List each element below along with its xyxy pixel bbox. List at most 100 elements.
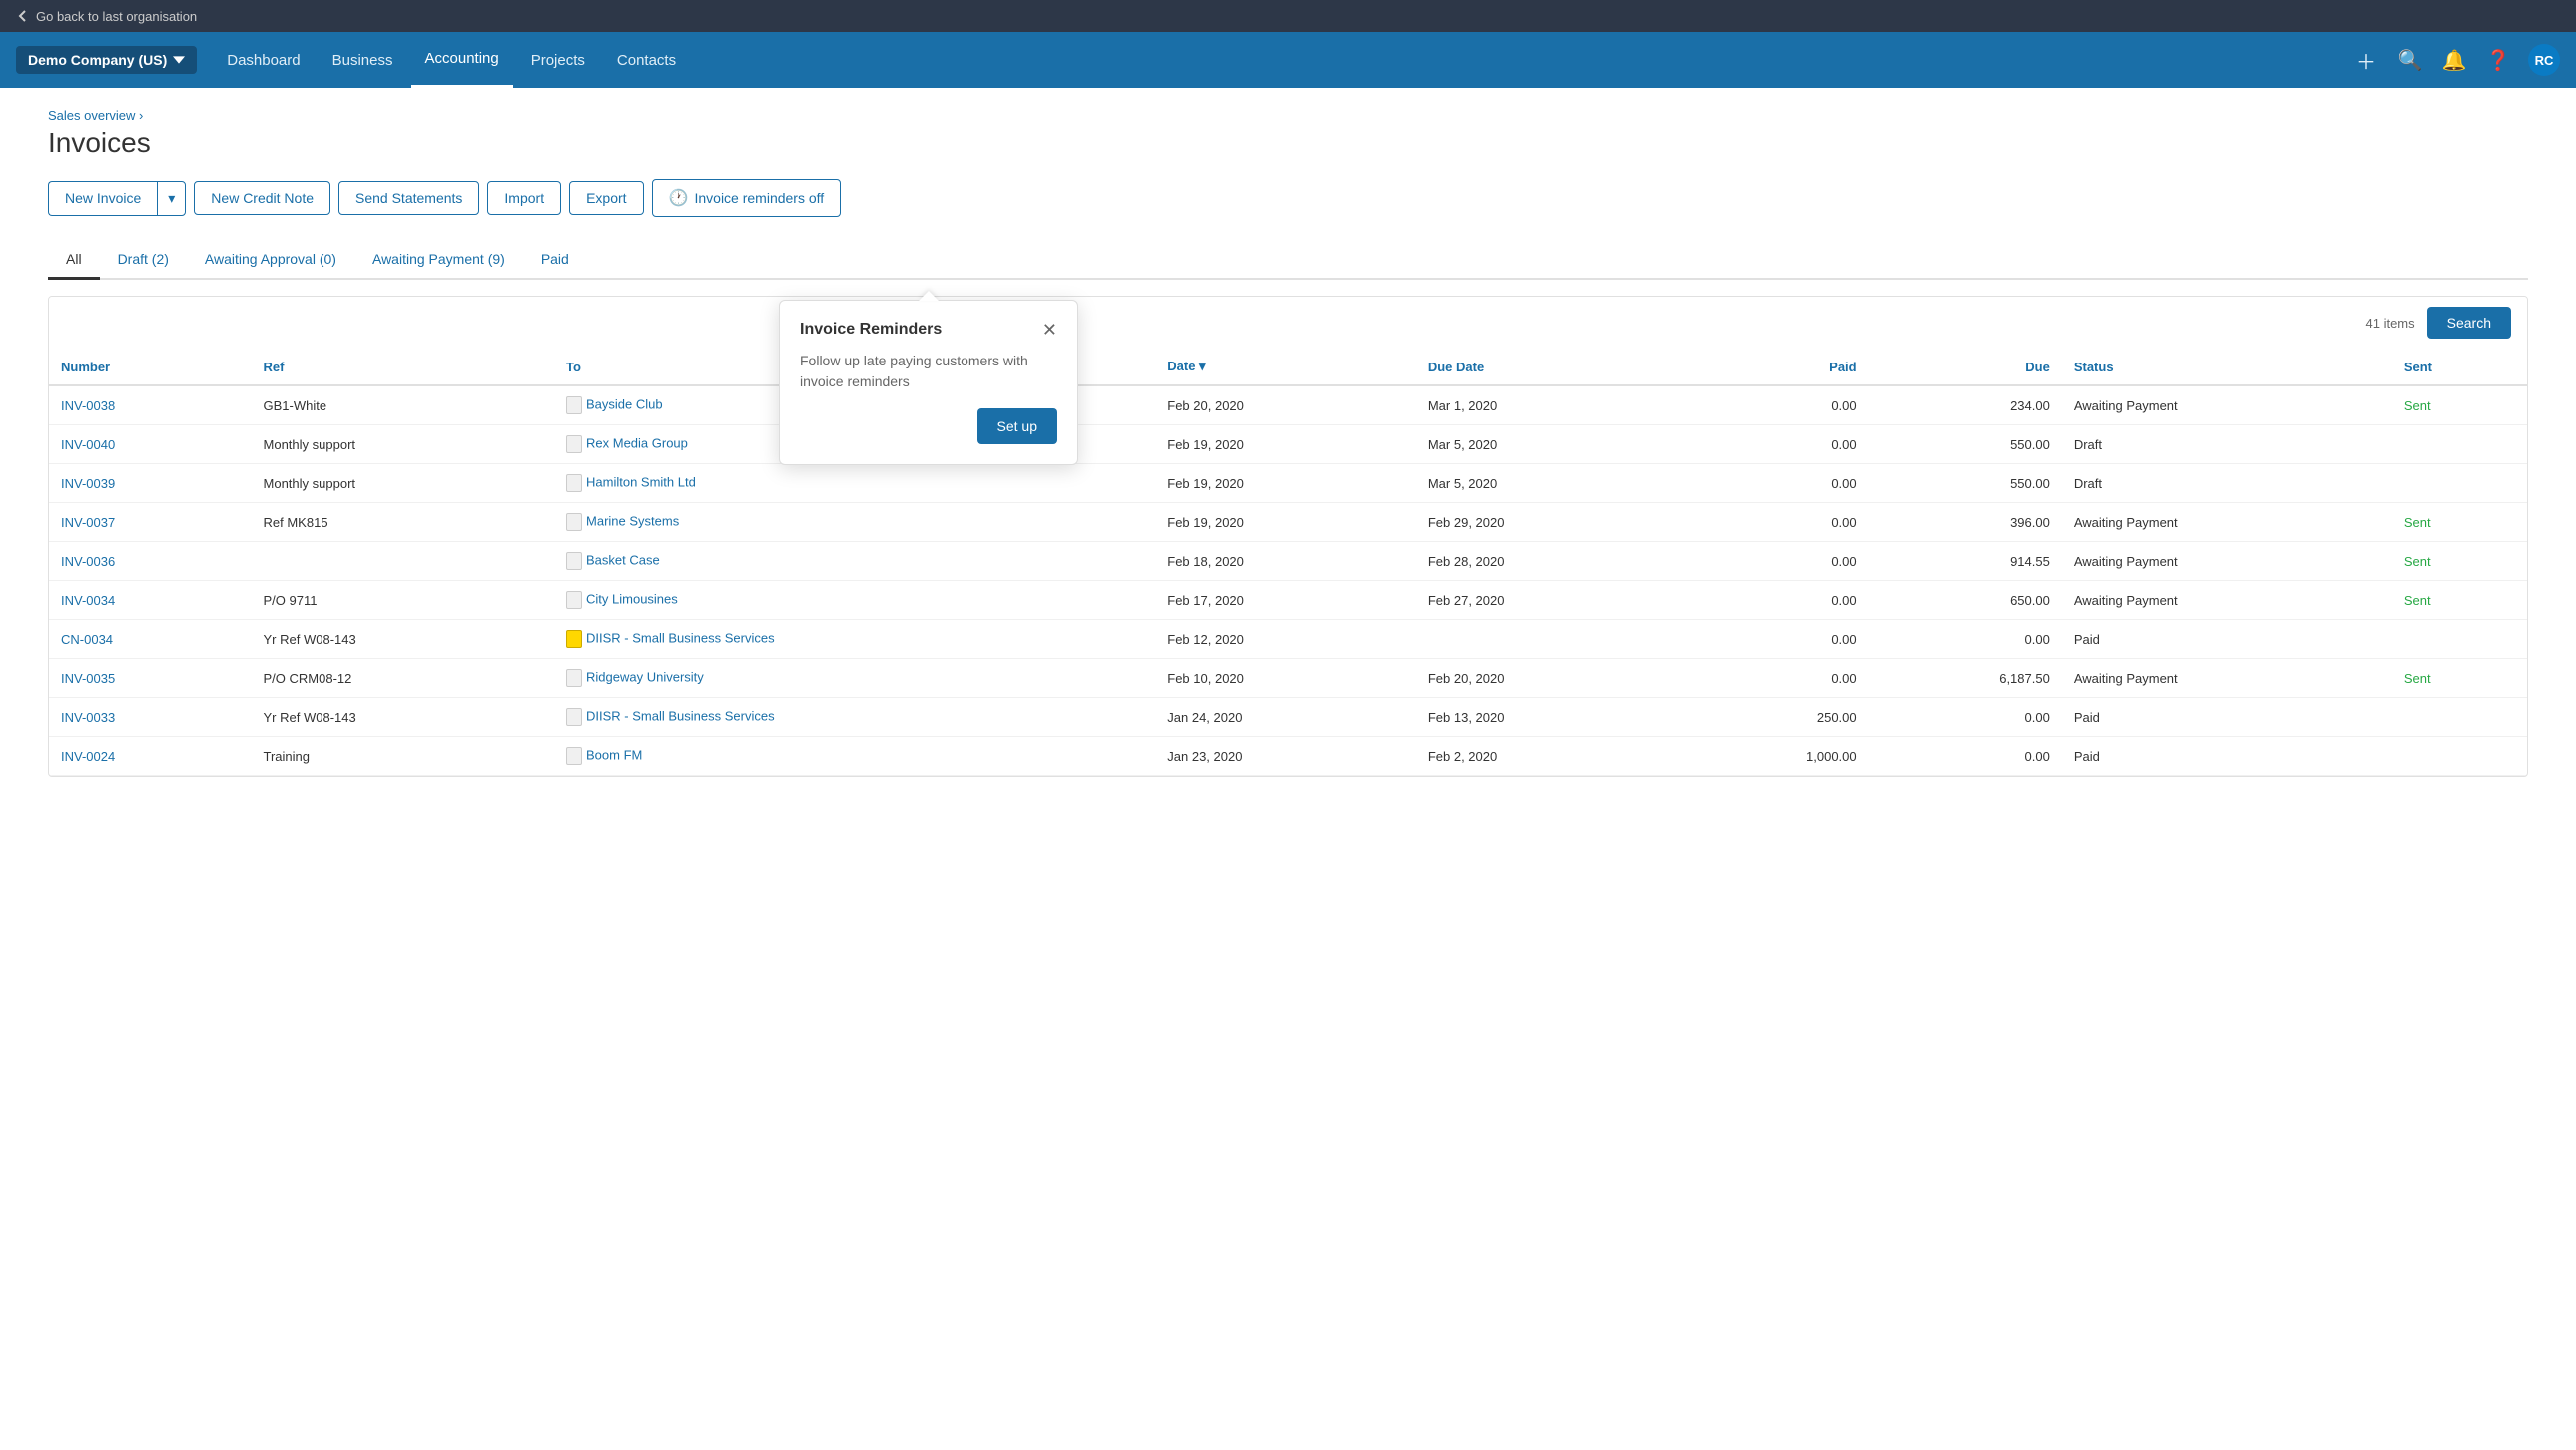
cell-date: Feb 19, 2020 <box>1155 464 1416 503</box>
cell-to[interactable]: Basket Case <box>554 542 1155 581</box>
cell-sent: Sent <box>2392 385 2527 425</box>
table-row[interactable]: INV-0037 Ref MK815 Marine Systems Feb 19… <box>49 503 2527 542</box>
sent-label: Sent <box>2404 515 2431 530</box>
nav-accounting[interactable]: Accounting <box>411 32 513 88</box>
cell-ref: GB1-White <box>252 385 555 425</box>
new-invoice-group: New Invoice ▾ <box>48 181 186 216</box>
cell-number[interactable]: INV-0040 <box>49 425 252 464</box>
cell-to[interactable]: Boom FM <box>554 737 1155 776</box>
send-statements-button[interactable]: Send Statements <box>338 181 479 215</box>
cell-paid: 0.00 <box>1675 385 1868 425</box>
table-row[interactable]: INV-0039 Monthly support Hamilton Smith … <box>49 464 2527 503</box>
avatar[interactable]: RC <box>2528 44 2560 76</box>
cell-status: Awaiting Payment <box>2062 542 2392 581</box>
doc-icon <box>566 669 582 687</box>
table-row[interactable]: CN-0034 Yr Ref W08-143 DIISR - Small Bus… <box>49 620 2527 659</box>
cell-due: 650.00 <box>1869 581 2062 620</box>
search-button[interactable]: Search <box>2427 307 2511 339</box>
cell-sent: Sent <box>2392 659 2527 698</box>
new-invoice-button[interactable]: New Invoice <box>48 181 157 216</box>
cell-number[interactable]: INV-0024 <box>49 737 252 776</box>
cell-to[interactable]: Hamilton Smith Ltd <box>554 464 1155 503</box>
popup-setup-button[interactable]: Set up <box>977 408 1057 444</box>
new-invoice-dropdown[interactable]: ▾ <box>157 181 186 216</box>
cell-due-date: Mar 5, 2020 <box>1416 425 1676 464</box>
import-button[interactable]: Import <box>487 181 561 215</box>
nav-business[interactable]: Business <box>319 32 407 88</box>
cell-number[interactable]: INV-0038 <box>49 385 252 425</box>
popup-close-button[interactable]: ✕ <box>1042 321 1057 339</box>
sent-label: Sent <box>2404 671 2431 686</box>
help-icon[interactable]: ❓ <box>2484 46 2512 74</box>
cell-ref <box>252 542 555 581</box>
breadcrumb[interactable]: Sales overview › <box>48 108 2528 123</box>
cell-due-date: Feb 2, 2020 <box>1416 737 1676 776</box>
bell-icon[interactable]: 🔔 <box>2440 46 2468 74</box>
items-count: 41 items <box>2366 316 2415 331</box>
cell-to[interactable]: City Limousines <box>554 581 1155 620</box>
tab-awaiting-payment[interactable]: Awaiting Payment (9) <box>354 241 523 280</box>
nav-links: Dashboard Business Accounting Projects C… <box>213 32 2352 88</box>
cell-to[interactable]: Marine Systems <box>554 503 1155 542</box>
cell-to[interactable]: DIISR - Small Business Services <box>554 698 1155 737</box>
cell-due: 0.00 <box>1869 620 2062 659</box>
export-button[interactable]: Export <box>569 181 643 215</box>
search-icon[interactable]: 🔍 <box>2396 46 2424 74</box>
cell-number[interactable]: INV-0036 <box>49 542 252 581</box>
popup-header: Invoice Reminders ✕ <box>800 321 1057 339</box>
sent-label: Sent <box>2404 554 2431 569</box>
cell-sent: Sent <box>2392 581 2527 620</box>
cell-paid: 0.00 <box>1675 464 1868 503</box>
table-row[interactable]: INV-0024 Training Boom FM Jan 23, 2020 F… <box>49 737 2527 776</box>
cell-due: 550.00 <box>1869 425 2062 464</box>
back-button[interactable]: Go back to last organisation <box>16 9 197 24</box>
table-row[interactable]: INV-0038 GB1-White Bayside Club Feb 20, … <box>49 385 2527 425</box>
cell-status: Paid <box>2062 620 2392 659</box>
table-row[interactable]: INV-0040 Monthly support Rex Media Group… <box>49 425 2527 464</box>
doc-icon <box>566 513 582 531</box>
cell-paid: 0.00 <box>1675 581 1868 620</box>
cell-due-date: Feb 27, 2020 <box>1416 581 1676 620</box>
cell-to[interactable]: DIISR - Small Business Services <box>554 620 1155 659</box>
sent-label: Sent <box>2404 398 2431 413</box>
nav-dashboard[interactable]: Dashboard <box>213 32 314 88</box>
col-date[interactable]: Date ▾ <box>1155 349 1416 385</box>
cell-ref: Ref MK815 <box>252 503 555 542</box>
table-row[interactable]: INV-0035 P/O CRM08-12 Ridgeway Universit… <box>49 659 2527 698</box>
table-row[interactable]: INV-0036 Basket Case Feb 18, 2020 Feb 28… <box>49 542 2527 581</box>
table-top: 41 items Search <box>49 297 2527 349</box>
add-icon[interactable]: ＋ <box>2352 46 2380 74</box>
cell-date: Feb 19, 2020 <box>1155 503 1416 542</box>
cell-ref: P/O 9711 <box>252 581 555 620</box>
new-credit-note-button[interactable]: New Credit Note <box>194 181 330 215</box>
cell-number[interactable]: INV-0037 <box>49 503 252 542</box>
tab-all[interactable]: All <box>48 241 100 280</box>
cell-number[interactable]: INV-0033 <box>49 698 252 737</box>
tab-awaiting-approval[interactable]: Awaiting Approval (0) <box>187 241 354 280</box>
table-row[interactable]: INV-0034 P/O 9711 City Limousines Feb 17… <box>49 581 2527 620</box>
invoice-reminders-popup: Invoice Reminders ✕ Follow up late payin… <box>779 300 1078 465</box>
nav-projects[interactable]: Projects <box>517 32 599 88</box>
tab-paid[interactable]: Paid <box>523 241 587 280</box>
table-row[interactable]: INV-0033 Yr Ref W08-143 DIISR - Small Bu… <box>49 698 2527 737</box>
cell-due: 0.00 <box>1869 698 2062 737</box>
cell-number[interactable]: INV-0034 <box>49 581 252 620</box>
nav-contacts[interactable]: Contacts <box>603 32 690 88</box>
brand-selector[interactable]: Demo Company (US) <box>16 46 197 74</box>
col-status: Status <box>2062 349 2392 385</box>
cell-sent <box>2392 464 2527 503</box>
cell-number[interactable]: INV-0035 <box>49 659 252 698</box>
cell-ref: Training <box>252 737 555 776</box>
col-due: Due <box>1869 349 2062 385</box>
cell-due-date: Mar 1, 2020 <box>1416 385 1676 425</box>
cell-number[interactable]: CN-0034 <box>49 620 252 659</box>
tab-draft[interactable]: Draft (2) <box>100 241 187 280</box>
cell-paid: 0.00 <box>1675 542 1868 581</box>
cell-status: Awaiting Payment <box>2062 659 2392 698</box>
credit-icon <box>566 630 582 648</box>
cell-number[interactable]: INV-0039 <box>49 464 252 503</box>
invoice-reminders-button[interactable]: 🕐 Invoice reminders off <box>652 179 842 217</box>
cell-to[interactable]: Ridgeway University <box>554 659 1155 698</box>
cell-due: 234.00 <box>1869 385 2062 425</box>
navbar: Demo Company (US) Dashboard Business Acc… <box>0 32 2576 88</box>
